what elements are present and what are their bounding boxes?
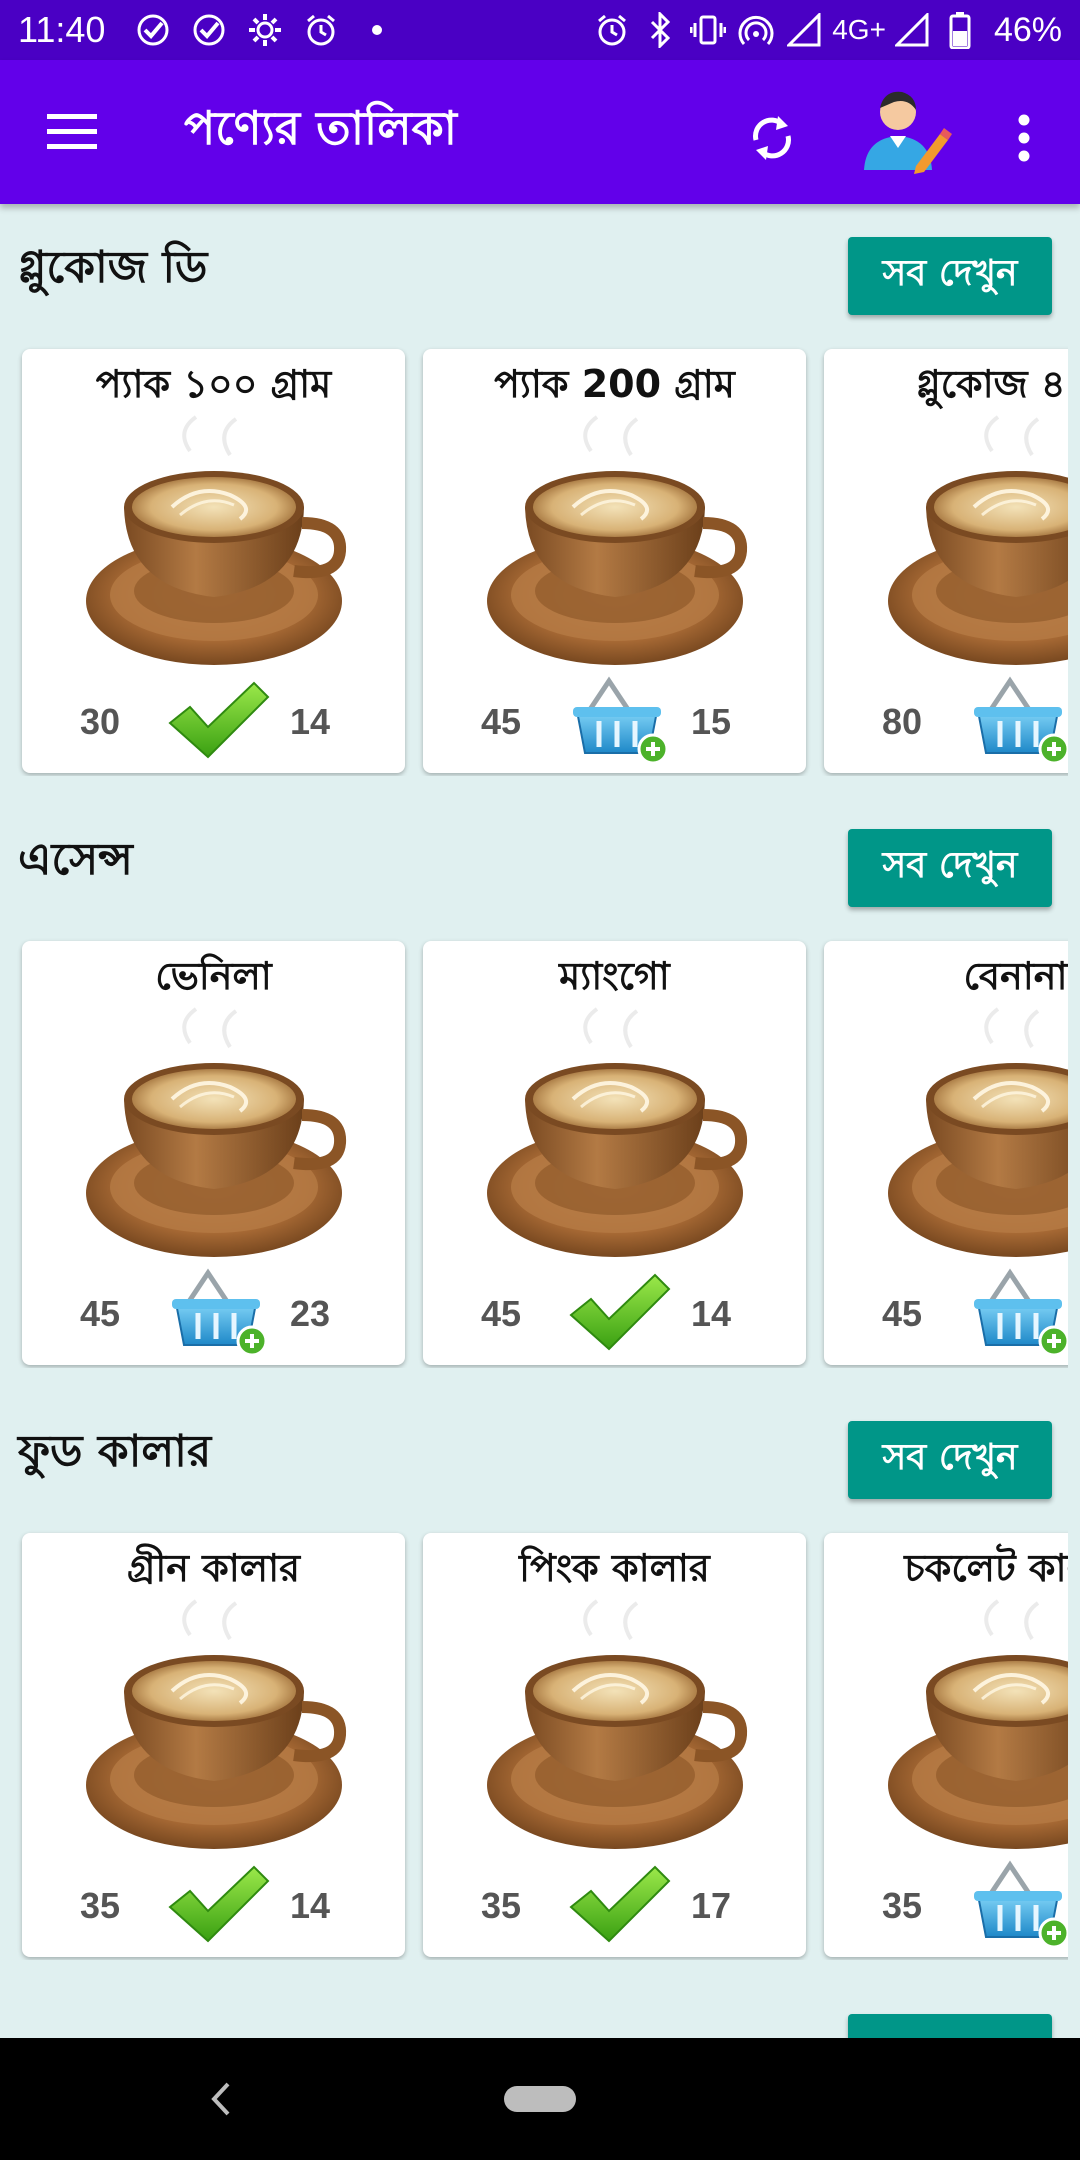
battery-icon (940, 10, 980, 50)
alarm-icon (592, 10, 632, 50)
category-section: ফুড কালার সব দেখুন গ্রীন কালার 35 14 পিং… (0, 1388, 1080, 1980)
product-name: গ্লুকোজ ৪০০ (916, 362, 1068, 406)
product-carousel[interactable]: গ্রীন কালার 35 14 পিংক কালার 35 17 চকলেট… (0, 1530, 1068, 1960)
home-pill-button[interactable] (504, 2086, 576, 2112)
product-card[interactable]: গ্রীন কালার 35 14 (22, 1533, 405, 1957)
user-edit-icon (864, 91, 952, 174)
section-title: গ্লুকোজ ডি (18, 242, 208, 293)
see-all-button[interactable]: সব দেখুন (848, 1421, 1052, 1499)
add-to-basket-icon[interactable] (964, 1859, 1068, 1949)
product-name: ভেনিলা (155, 954, 272, 998)
more-vert-icon (1018, 114, 1030, 162)
coffee-cup-image (882, 411, 1068, 667)
bluetooth-icon (640, 10, 680, 50)
profile-edit-button[interactable] (858, 84, 954, 180)
product-name: বেনানা (963, 954, 1068, 998)
product-card[interactable]: গ্লুকোজ ৪০০ 80 (824, 349, 1068, 773)
check-circle-icon (189, 10, 229, 50)
alarm-icon (301, 10, 341, 50)
product-left-value: 35 (480, 1885, 522, 1926)
add-to-basket-icon[interactable] (964, 1267, 1068, 1357)
product-card[interactable]: প্যাক 200 গ্রাম 45 15 (423, 349, 806, 773)
product-right-value: 15 (690, 701, 732, 742)
hamburger-icon (47, 114, 97, 149)
signal-icon (784, 10, 824, 50)
status-time: 11:40 (18, 9, 106, 50)
add-to-basket-icon[interactable] (162, 1267, 272, 1357)
product-right-value: 14 (289, 1885, 331, 1926)
product-card[interactable]: ম্যাংগো 45 14 (423, 941, 806, 1365)
network-type: 4G+ (832, 14, 886, 45)
product-left-value: 80 (881, 701, 923, 742)
check-icon[interactable] (162, 1859, 272, 1949)
add-to-basket-icon[interactable] (563, 675, 673, 765)
product-left-value: 45 (79, 1293, 121, 1334)
product-carousel[interactable]: প্যাক ১০০ গ্রাম 30 14 প্যাক 200 গ্রাম 45… (0, 346, 1068, 776)
product-right-value: 14 (690, 1293, 732, 1334)
coffee-cup-image (882, 1595, 1068, 1851)
product-name: প্যাক 200 গ্রাম (494, 362, 735, 406)
product-name: চকলেট কালার (904, 1546, 1068, 1590)
section-title: এসেন্স (18, 834, 133, 885)
product-name: ম্যাংগো (559, 954, 670, 998)
sync-icon (753, 116, 791, 160)
product-right-value: 14 (289, 701, 331, 742)
app-bar: পণ্যের তালিকা (0, 60, 1080, 204)
back-icon[interactable] (200, 2074, 240, 2124)
more-options-button[interactable] (1000, 96, 1048, 180)
coffee-cup-image (80, 1003, 348, 1259)
check-icon[interactable] (162, 675, 272, 765)
see-all-button[interactable]: সব দেখুন (848, 829, 1052, 907)
refresh-button[interactable] (730, 96, 814, 180)
menu-button[interactable] (0, 60, 144, 204)
battery-level: 46% (993, 10, 1062, 49)
product-right-value: 17 (690, 1885, 732, 1926)
vibrate-icon (688, 10, 728, 50)
product-left-value: 45 (480, 701, 522, 742)
coffee-cup-image (80, 1595, 348, 1851)
see-all-button[interactable] (848, 2014, 1052, 2038)
product-card[interactable]: বেনানা 45 (824, 941, 1068, 1365)
product-left-value: 35 (881, 1885, 923, 1926)
product-name: পিংক কালার (519, 1546, 710, 1590)
coffee-cup-image (481, 411, 749, 667)
status-bar: 11:40 4G+ 46% (0, 0, 1080, 60)
section-title: ফুড কালার (18, 1426, 212, 1477)
add-to-basket-icon[interactable] (964, 675, 1068, 765)
product-left-value: 45 (881, 1293, 923, 1334)
coffee-cup-image (80, 411, 348, 667)
check-circle-icon (133, 10, 173, 50)
product-card[interactable]: চকলেট কালার 35 (824, 1533, 1068, 1957)
product-card[interactable]: পিংক কালার 35 17 (423, 1533, 806, 1957)
check-icon[interactable] (563, 1859, 673, 1949)
product-left-value: 35 (79, 1885, 121, 1926)
system-nav-bar (0, 2038, 1080, 2160)
product-carousel[interactable]: ভেনিলা 45 23 ম্যাংগো 45 14 বেনানা 45 (0, 938, 1068, 1368)
signal-icon (892, 10, 932, 50)
product-card[interactable]: প্যাক ১০০ গ্রাম 30 14 (22, 349, 405, 773)
notification-dot-icon (357, 10, 397, 50)
gear-icon (245, 10, 285, 50)
product-name: প্যাক ১০০ গ্রাম (95, 362, 332, 406)
product-left-value: 30 (79, 701, 121, 742)
coffee-cup-image (481, 1595, 749, 1851)
product-left-value: 45 (480, 1293, 522, 1334)
see-all-button[interactable]: সব দেখুন (848, 237, 1052, 315)
check-icon[interactable] (563, 1267, 673, 1357)
hotspot-icon (736, 10, 776, 50)
category-section: এসেন্স সব দেখুন ভেনিলা 45 23 ম্যাংগো 45 … (0, 796, 1080, 1388)
category-section: গ্লুকোজ ডি সব দেখুন প্যাক ১০০ গ্রাম 30 1… (0, 204, 1080, 796)
product-card[interactable]: ভেনিলা 45 23 (22, 941, 405, 1365)
coffee-cup-image (481, 1003, 749, 1259)
page-title: পণ্যের তালিকা (184, 101, 457, 155)
product-right-value: 23 (289, 1293, 331, 1334)
category-section-partial (0, 1980, 1080, 2038)
product-name: গ্রীন কালার (126, 1546, 301, 1590)
product-list[interactable]: গ্লুকোজ ডি সব দেখুন প্যাক ১০০ গ্রাম 30 1… (0, 204, 1080, 2038)
coffee-cup-image (882, 1003, 1068, 1259)
